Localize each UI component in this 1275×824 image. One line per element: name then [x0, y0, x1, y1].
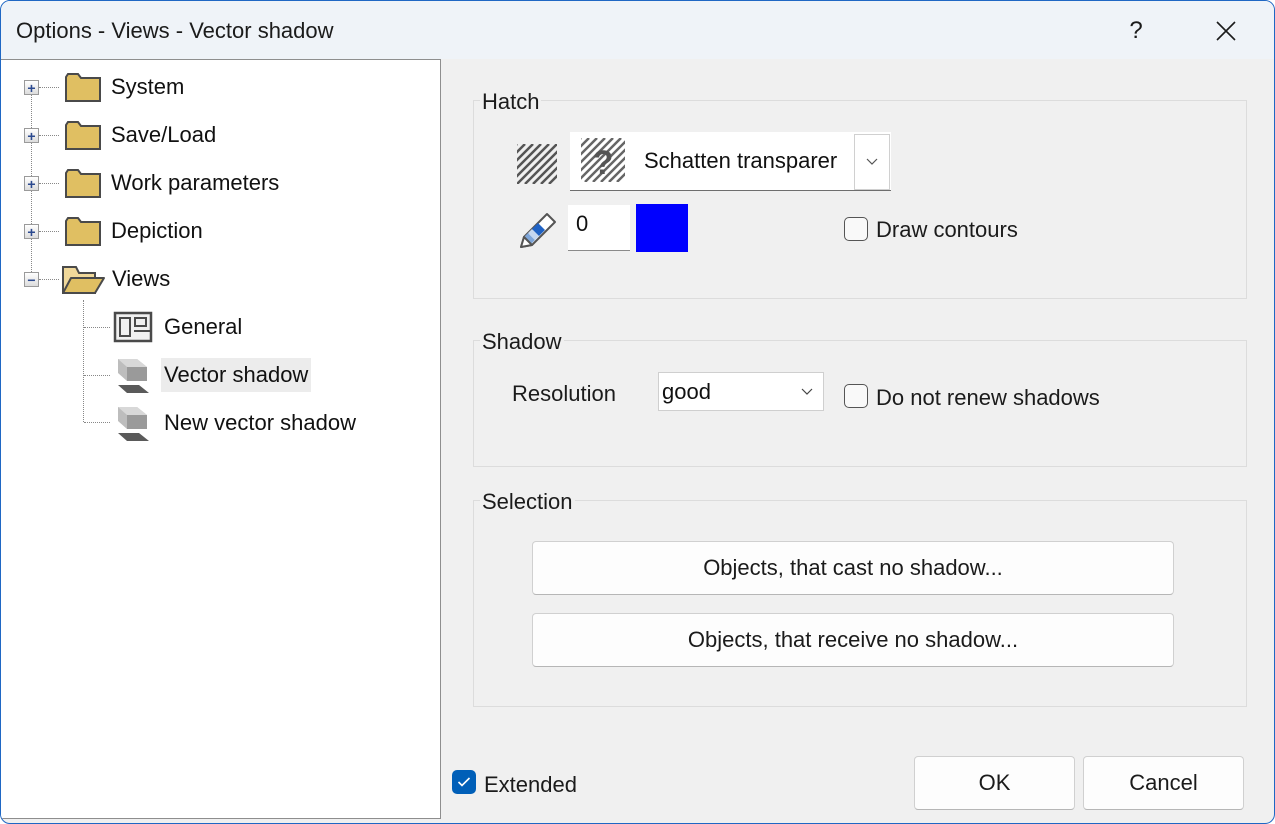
tree-item-label: Save/Load [111, 122, 217, 147]
cancel-button[interactable]: Cancel [1083, 756, 1244, 810]
window-title: Options - Views - Vector shadow [16, 18, 334, 43]
draw-contours-label: Draw contours [876, 217, 1018, 242]
selection-group [473, 500, 1247, 707]
tree-connector [84, 327, 110, 328]
tree-item-label: Views [112, 266, 171, 291]
folder-icon [65, 217, 101, 246]
tree-connector [39, 279, 59, 280]
tree-item-general[interactable]: General [113, 309, 245, 345]
collapse-views-toggle[interactable]: − [24, 272, 39, 287]
do-not-renew-shadows-checkbox[interactable] [844, 384, 868, 408]
close-button[interactable] [1206, 11, 1246, 51]
draw-contours-checkbox[interactable] [844, 217, 868, 241]
hatch-color-swatch[interactable] [636, 204, 688, 252]
title-bar: Options - Views - Vector shadow ? [1, 1, 1274, 59]
options-dialog: Options - Views - Vector shadow ? + + + … [0, 0, 1275, 824]
hatch-pattern-dropdown-button[interactable] [854, 134, 890, 190]
do-not-renew-shadows-label: Do not renew shadows [876, 385, 1100, 410]
tree-item-label: Depiction [111, 218, 203, 243]
shadow-group-title: Shadow [480, 329, 564, 355]
pen-icon [520, 213, 556, 248]
vector-shadow-icon [118, 359, 149, 393]
tree-item-label: New vector shadow [164, 410, 356, 435]
tree-connector [39, 183, 59, 184]
vector-shadow-icon [118, 407, 149, 441]
tree-connector [39, 87, 59, 88]
tree-item-views[interactable]: Views [61, 261, 173, 297]
expand-work-parameters-toggle[interactable]: + [24, 176, 39, 191]
hatch-pattern-value: Schatten transparer [644, 148, 838, 173]
folder-icon [65, 73, 101, 102]
resolution-select[interactable]: good [658, 372, 824, 411]
tree-item-new-vector-shadow[interactable]: New vector shadow [115, 405, 359, 441]
extended-label: Extended [484, 772, 577, 797]
resolution-value: good [662, 379, 711, 404]
help-button[interactable]: ? [1116, 11, 1156, 51]
expand-system-toggle[interactable]: + [24, 80, 39, 95]
folder-icon [65, 121, 101, 150]
tree-item-system[interactable]: System [64, 69, 187, 105]
extended-checkbox[interactable] [452, 770, 476, 794]
hatch-pattern-icon [517, 144, 557, 184]
tree-item-work-parameters[interactable]: Work parameters [64, 165, 282, 201]
objects-receive-no-shadow-button[interactable]: Objects, that receive no shadow... [532, 613, 1174, 667]
chevron-down-icon [801, 383, 813, 399]
tree-item-save-load[interactable]: Save/Load [64, 117, 219, 153]
folder-open-icon [62, 266, 105, 294]
objects-cast-no-shadow-button[interactable]: Objects, that cast no shadow... [532, 541, 1174, 595]
tree-connector [39, 231, 59, 232]
chevron-down-icon [866, 158, 878, 165]
tree-connector [84, 422, 110, 423]
hatch-group [473, 100, 1247, 299]
ok-button[interactable]: OK [914, 756, 1075, 810]
close-icon [1216, 21, 1236, 41]
tree-item-depiction[interactable]: Depiction [64, 213, 206, 249]
unknown-hatch-icon: ? [581, 138, 625, 182]
pen-number-input[interactable]: 0 [568, 205, 630, 251]
resolution-label: Resolution [512, 381, 616, 406]
layout-icon [113, 311, 153, 343]
tree-item-label: General [164, 314, 243, 339]
folder-icon [65, 169, 101, 198]
expand-depiction-toggle[interactable]: + [24, 224, 39, 239]
tree-connector [84, 375, 110, 376]
selection-group-title: Selection [480, 489, 575, 515]
tree-item-label: Vector shadow [161, 358, 312, 392]
expand-saveload-toggle[interactable]: + [24, 128, 39, 143]
svg-text:?: ? [593, 144, 614, 182]
hatch-pattern-combo[interactable]: ? Schatten transparer [570, 132, 891, 191]
tree-item-label: Work parameters [111, 170, 280, 195]
checkmark-icon [457, 777, 471, 787]
tree-connector [39, 135, 59, 136]
options-tree: + + + + − System Save/Load Work paramete… [1, 59, 441, 819]
hatch-group-title: Hatch [480, 89, 542, 115]
tree-item-label: System [111, 74, 185, 99]
tree-connector [83, 300, 84, 422]
tree-item-vector-shadow[interactable]: Vector shadow [115, 357, 312, 393]
